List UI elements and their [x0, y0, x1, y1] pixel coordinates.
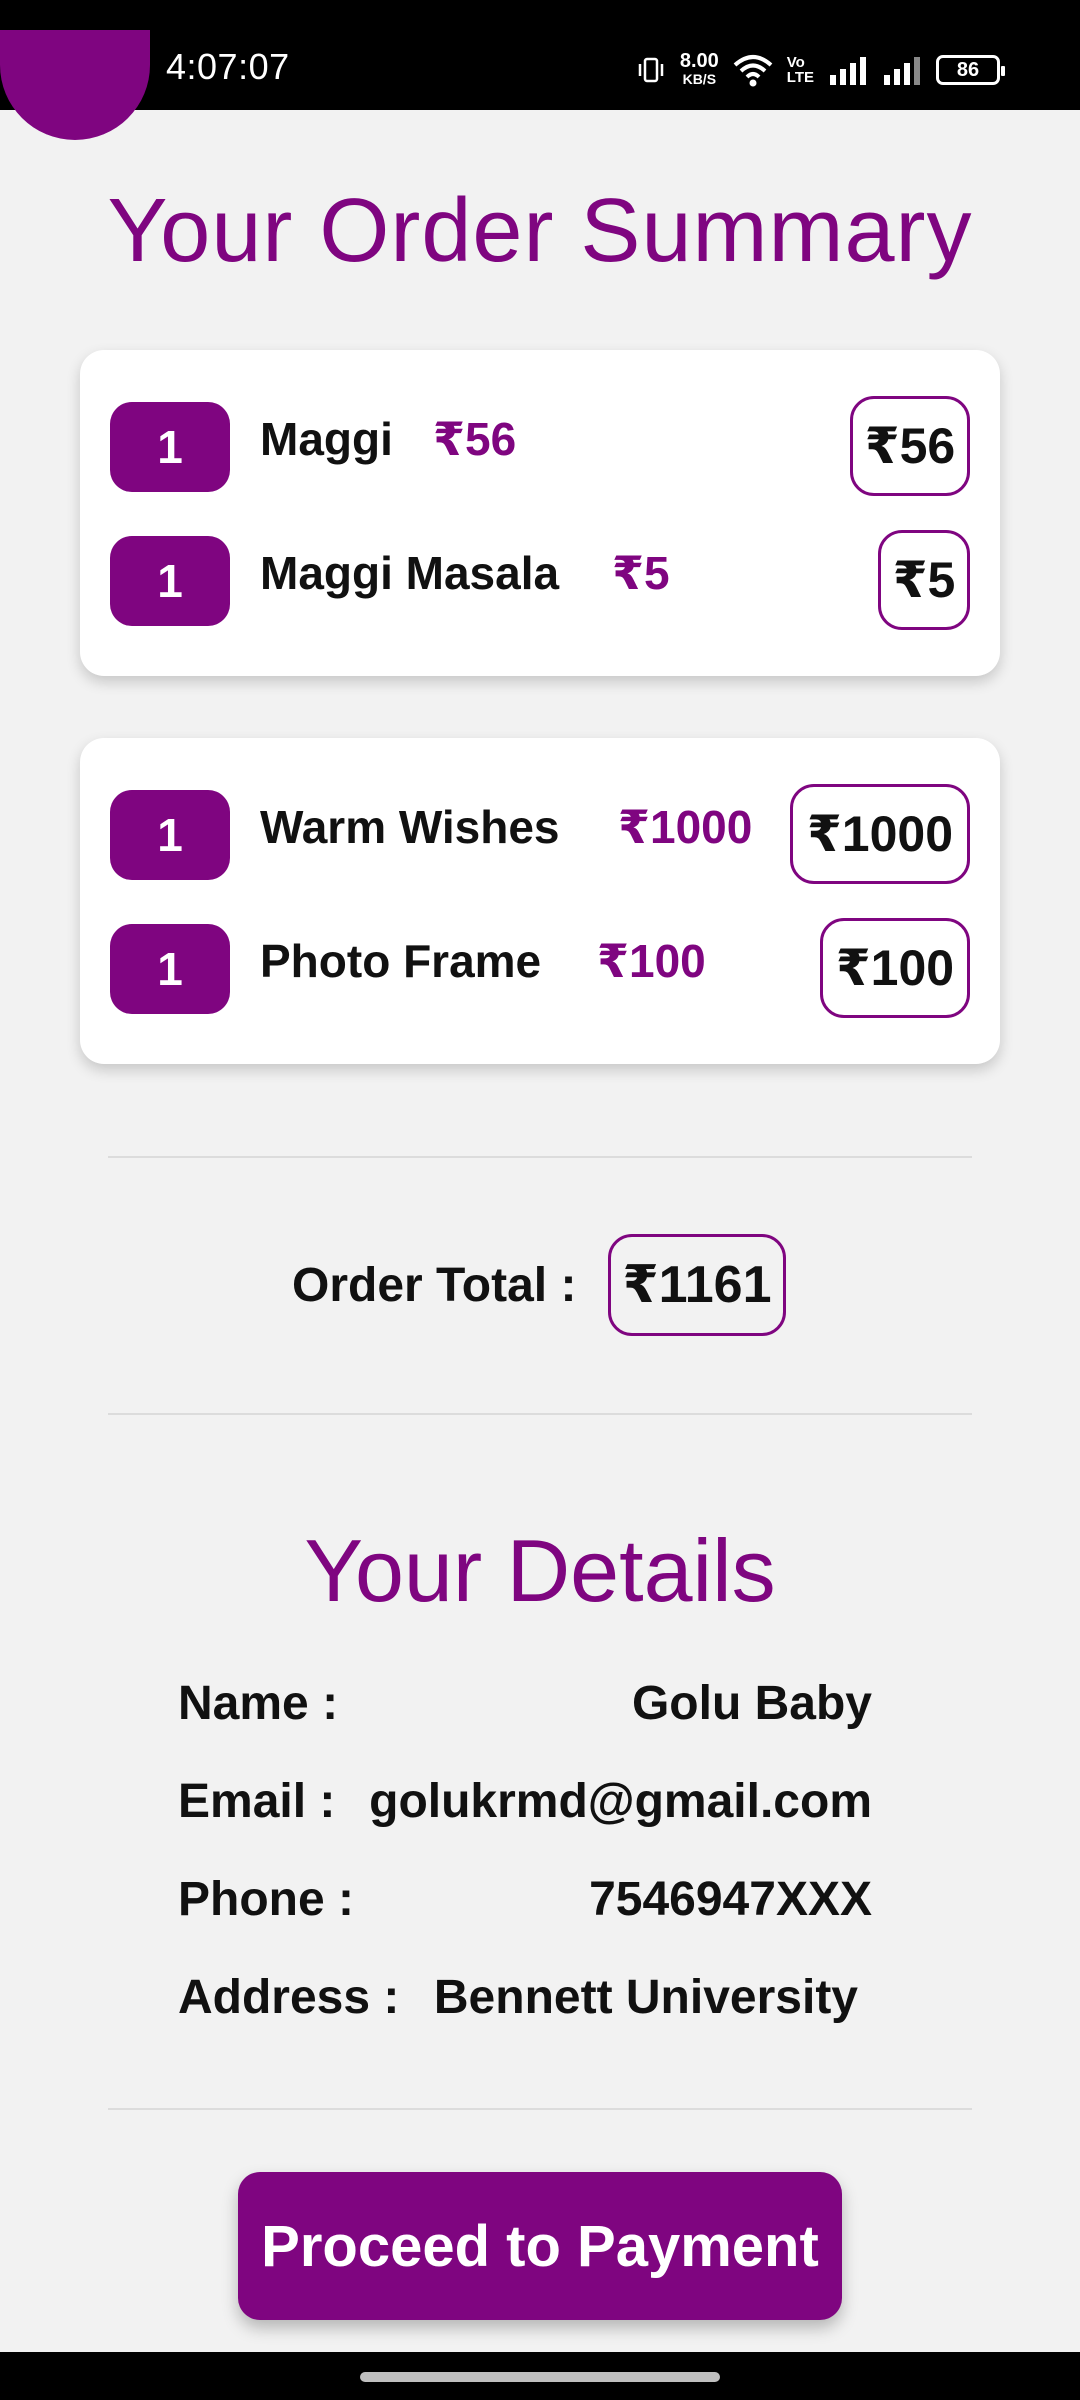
proceed-to-payment-button[interactable]: Proceed to Payment	[238, 2172, 842, 2320]
item-line-total: ₹56	[850, 396, 970, 496]
phone-value: 7546947XXX	[589, 1873, 872, 1926]
item-name: Photo Frame	[260, 935, 542, 987]
email-label: Email :	[178, 1775, 336, 1828]
cart-item: 1 Photo Frame ₹100 ₹100	[80, 918, 1000, 1018]
divider	[108, 1413, 972, 1415]
volte-indicator: Vo LTE	[786, 54, 814, 86]
item-line-total: ₹100	[820, 918, 970, 1018]
details-title: Your Details	[304, 1521, 776, 1620]
signal-icon	[830, 57, 866, 85]
item-name: Maggi Masala	[260, 547, 560, 599]
name-value: Golu Baby	[631, 1677, 872, 1730]
page-title: Your Order Summary	[107, 181, 973, 281]
cart-group: 1 Maggi ₹56 ₹56 1 Maggi Masala ₹5 ₹5	[80, 350, 1000, 676]
order-total-value: ₹1161	[608, 1234, 786, 1336]
avatar[interactable]	[0, 30, 150, 140]
item-price: ₹56	[433, 413, 517, 465]
quantity-badge[interactable]: 1	[110, 536, 230, 626]
divider	[108, 2108, 972, 2110]
quantity-badge[interactable]: 1	[110, 402, 230, 492]
item-name: Warm Wishes	[260, 801, 560, 853]
item-price: ₹5	[612, 547, 670, 599]
wifi-icon	[733, 55, 773, 87]
quantity-badge[interactable]: 1	[110, 790, 230, 880]
item-line-total: ₹1000	[790, 784, 970, 884]
item-price: ₹100	[597, 935, 706, 987]
item-name: Maggi	[260, 413, 393, 465]
cart-item: 1 Maggi ₹56 ₹56	[80, 396, 1000, 496]
home-gesture-handle[interactable]	[360, 2372, 720, 2382]
navigation-bar	[0, 2352, 1080, 2400]
divider	[108, 1156, 972, 1158]
cart-item: 1 Maggi Masala ₹5 ₹5	[80, 530, 1000, 630]
order-total-label: Order Total :	[292, 1259, 577, 1312]
status-icons: 8.00 KB/S Vo LTE 86	[636, 50, 1005, 90]
quantity-badge[interactable]: 1	[110, 924, 230, 1014]
name-label: Name :	[178, 1677, 339, 1730]
item-price: ₹1000	[618, 801, 753, 853]
item-line-total: ₹5	[878, 530, 970, 630]
signal-icon-2	[884, 57, 920, 85]
address-value: Bennett University	[433, 1971, 858, 2024]
status-bar: 4:07:07 8.00 KB/S Vo LTE 86	[0, 0, 1080, 110]
address-label: Address :	[178, 1971, 400, 2024]
email-value: golukrmd@gmail.com	[369, 1775, 872, 1828]
cart-item: 1 Warm Wishes ₹1000 ₹1000	[80, 784, 1000, 884]
cart-group: 1 Warm Wishes ₹1000 ₹1000 1 Photo Frame …	[80, 738, 1000, 1064]
battery-icon: 86	[936, 55, 1005, 85]
vibrate-icon	[638, 57, 664, 83]
status-time: 4:07:07	[166, 46, 290, 87]
phone-label: Phone :	[178, 1873, 354, 1926]
network-speed: 8.00 KB/S	[679, 50, 719, 87]
